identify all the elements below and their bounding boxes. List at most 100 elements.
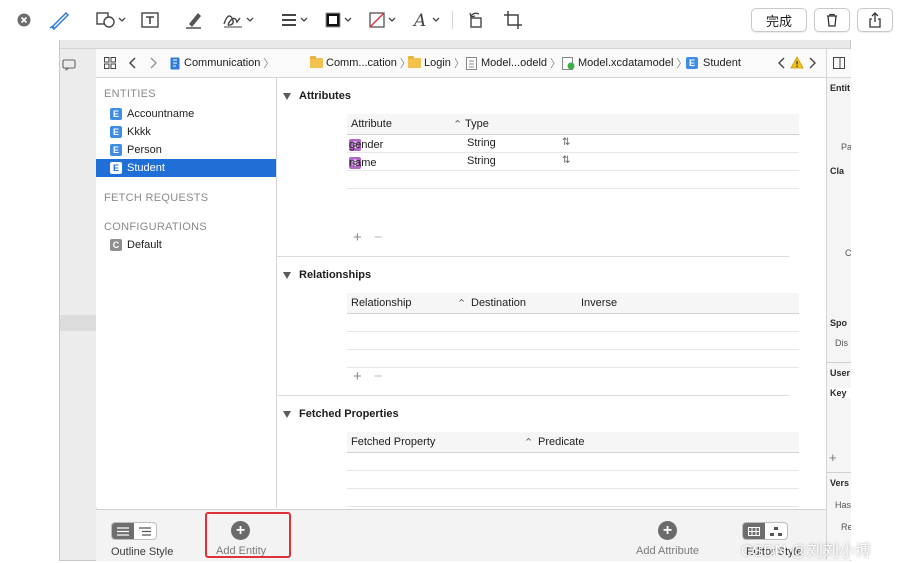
close-icon[interactable] bbox=[16, 8, 32, 32]
entity-label: Person bbox=[127, 144, 162, 156]
entity-item-person[interactable]: E Person bbox=[96, 141, 276, 159]
inspector-toggle-icon[interactable] bbox=[833, 57, 845, 69]
attribute-name[interactable]: name bbox=[349, 157, 377, 169]
trash-icon bbox=[827, 13, 837, 27]
inspector-display-label: Dis bbox=[835, 338, 848, 348]
outline-style-control[interactable] bbox=[111, 522, 157, 540]
project-icon bbox=[170, 57, 180, 69]
attributes-table: Attribute ⌃ Type Sgender String ⇅ Sname … bbox=[347, 114, 799, 189]
add-attribute-icon[interactable]: + bbox=[658, 521, 677, 540]
attribute-row-name[interactable]: Sname String ⇅ bbox=[347, 153, 799, 171]
attribute-row-gender[interactable]: Sgender String ⇅ bbox=[347, 135, 799, 153]
folder-icon bbox=[310, 56, 323, 68]
done-button[interactable]: 完成 bbox=[751, 8, 807, 32]
toolbar-separator bbox=[452, 11, 453, 29]
fetched-properties-table-header: Fetched Property ⌃ Predicate bbox=[347, 432, 799, 453]
add-attribute-label[interactable]: Add Attribute bbox=[636, 545, 699, 557]
add-icon[interactable]: + bbox=[353, 368, 362, 385]
fetched-properties-table: Fetched Property ⌃ Predicate bbox=[347, 432, 799, 507]
border-color-icon[interactable] bbox=[324, 8, 358, 32]
warning-icon[interactable] bbox=[790, 56, 804, 69]
list-icon bbox=[117, 526, 129, 536]
jumpbar-label: Comm...cation bbox=[326, 57, 397, 69]
configuration-item-default[interactable]: C Default bbox=[96, 236, 276, 254]
jumpbar-item-entity[interactable]: E Student bbox=[686, 55, 741, 71]
relationships-table: Relationship ⌃ Destination Inverse bbox=[347, 293, 799, 368]
relationships-section-toggle[interactable]: Relationships bbox=[283, 269, 371, 281]
inspector-hash-label: Has bbox=[835, 500, 851, 510]
disclosure-triangle-icon bbox=[283, 92, 291, 100]
add-icon[interactable]: + bbox=[353, 229, 362, 246]
outline-hierarchy-style[interactable] bbox=[134, 523, 156, 539]
comment-icon[interactable] bbox=[62, 59, 76, 71]
column-header-attribute[interactable]: Attribute bbox=[351, 118, 392, 130]
attribute-type[interactable]: String bbox=[467, 155, 496, 167]
xcdatamodel-icon bbox=[562, 56, 575, 70]
jumpbar-label: Communication bbox=[184, 57, 261, 69]
gutter-highlight bbox=[60, 315, 96, 331]
column-header-inverse[interactable]: Inverse bbox=[581, 297, 617, 309]
fetch-requests-header: FETCH REQUESTS bbox=[104, 192, 209, 204]
jumpbar-item-project[interactable]: Communication 〉 bbox=[170, 55, 274, 71]
remove-icon[interactable]: − bbox=[374, 229, 383, 246]
shapes-icon[interactable] bbox=[94, 8, 128, 32]
attribute-name[interactable]: gender bbox=[349, 139, 383, 151]
jumpbar-label: Student bbox=[703, 57, 741, 69]
jumpbar-item-model-bundle[interactable]: Model...odeld 〉 bbox=[466, 55, 561, 71]
attributes-section-toggle[interactable]: Attributes bbox=[283, 90, 351, 102]
table-row bbox=[347, 471, 799, 489]
forward-icon[interactable] bbox=[149, 57, 157, 69]
inspector-entity-title: Entit bbox=[830, 83, 850, 93]
entity-item-student[interactable]: E Student bbox=[96, 159, 276, 177]
table-row bbox=[347, 453, 799, 471]
highlighter-icon[interactable] bbox=[184, 8, 204, 32]
sort-ascending-icon: ⌃ bbox=[453, 119, 463, 131]
column-header-destination[interactable]: Destination bbox=[471, 297, 526, 309]
remove-icon[interactable]: − bbox=[374, 368, 383, 385]
column-header-relationship[interactable]: Relationship bbox=[351, 297, 412, 309]
column-header-predicate[interactable]: Predicate bbox=[538, 436, 584, 448]
back-icon[interactable] bbox=[129, 57, 137, 69]
type-popup-icon[interactable]: ⇅ bbox=[562, 137, 570, 148]
section-divider bbox=[277, 395, 789, 396]
entity-item-kkkk[interactable]: E Kkkk bbox=[96, 123, 276, 141]
rotate-icon[interactable] bbox=[466, 8, 486, 32]
issue-next-icon[interactable] bbox=[808, 57, 816, 69]
configuration-label: Default bbox=[127, 239, 162, 251]
svg-text:A: A bbox=[412, 11, 426, 30]
attribute-type[interactable]: String bbox=[467, 137, 496, 149]
column-header-type[interactable]: Type bbox=[465, 118, 489, 130]
signature-icon[interactable] bbox=[222, 8, 256, 32]
trash-button[interactable] bbox=[814, 8, 850, 32]
crop-icon[interactable] bbox=[503, 8, 523, 32]
inspector-add-icon[interactable]: + bbox=[829, 450, 837, 465]
annotation-highlight-box bbox=[205, 512, 291, 558]
related-items-icon[interactable] bbox=[104, 57, 116, 69]
jump-bar: Communication 〉 Comm...cation 〉 Login 〉 … bbox=[96, 49, 850, 78]
entity-label: Accountname bbox=[127, 108, 195, 120]
column-header-fetched-property[interactable]: Fetched Property bbox=[351, 436, 435, 448]
font-icon[interactable]: A bbox=[412, 8, 446, 32]
type-popup-icon[interactable]: ⇅ bbox=[562, 155, 570, 166]
chevron-right-icon: 〉 bbox=[453, 58, 465, 70]
entity-item-accountname[interactable]: E Accountname bbox=[96, 105, 276, 123]
jumpbar-item-xcdatamodel[interactable]: Model.xcdatamodel 〉 bbox=[562, 55, 687, 71]
jumpbar-item-login[interactable]: Login 〉 bbox=[408, 55, 465, 71]
entity-editor: Attributes Attribute ⌃ Type Sgender Stri… bbox=[277, 78, 825, 535]
section-divider bbox=[277, 256, 789, 257]
pen-icon[interactable] bbox=[48, 8, 72, 32]
fetched-properties-section-toggle[interactable]: Fetched Properties bbox=[283, 408, 399, 420]
line-style-icon[interactable] bbox=[280, 8, 314, 32]
jumpbar-label: Model.xcdatamodel bbox=[578, 57, 674, 69]
sort-ascending-icon: ⌃ bbox=[457, 298, 467, 310]
issue-previous-icon[interactable] bbox=[778, 57, 786, 69]
text-box-icon[interactable] bbox=[140, 8, 160, 32]
attributes-add-remove: + − bbox=[353, 229, 395, 246]
entity-icon: E bbox=[110, 126, 122, 138]
jumpbar-item-group[interactable]: Comm...cation 〉 bbox=[310, 55, 411, 71]
entities-header: ENTITIES bbox=[104, 88, 156, 100]
share-button[interactable] bbox=[857, 8, 893, 32]
entity-label: Kkkk bbox=[127, 126, 151, 138]
fill-color-icon[interactable] bbox=[368, 8, 402, 32]
outline-list-style[interactable] bbox=[112, 523, 134, 539]
